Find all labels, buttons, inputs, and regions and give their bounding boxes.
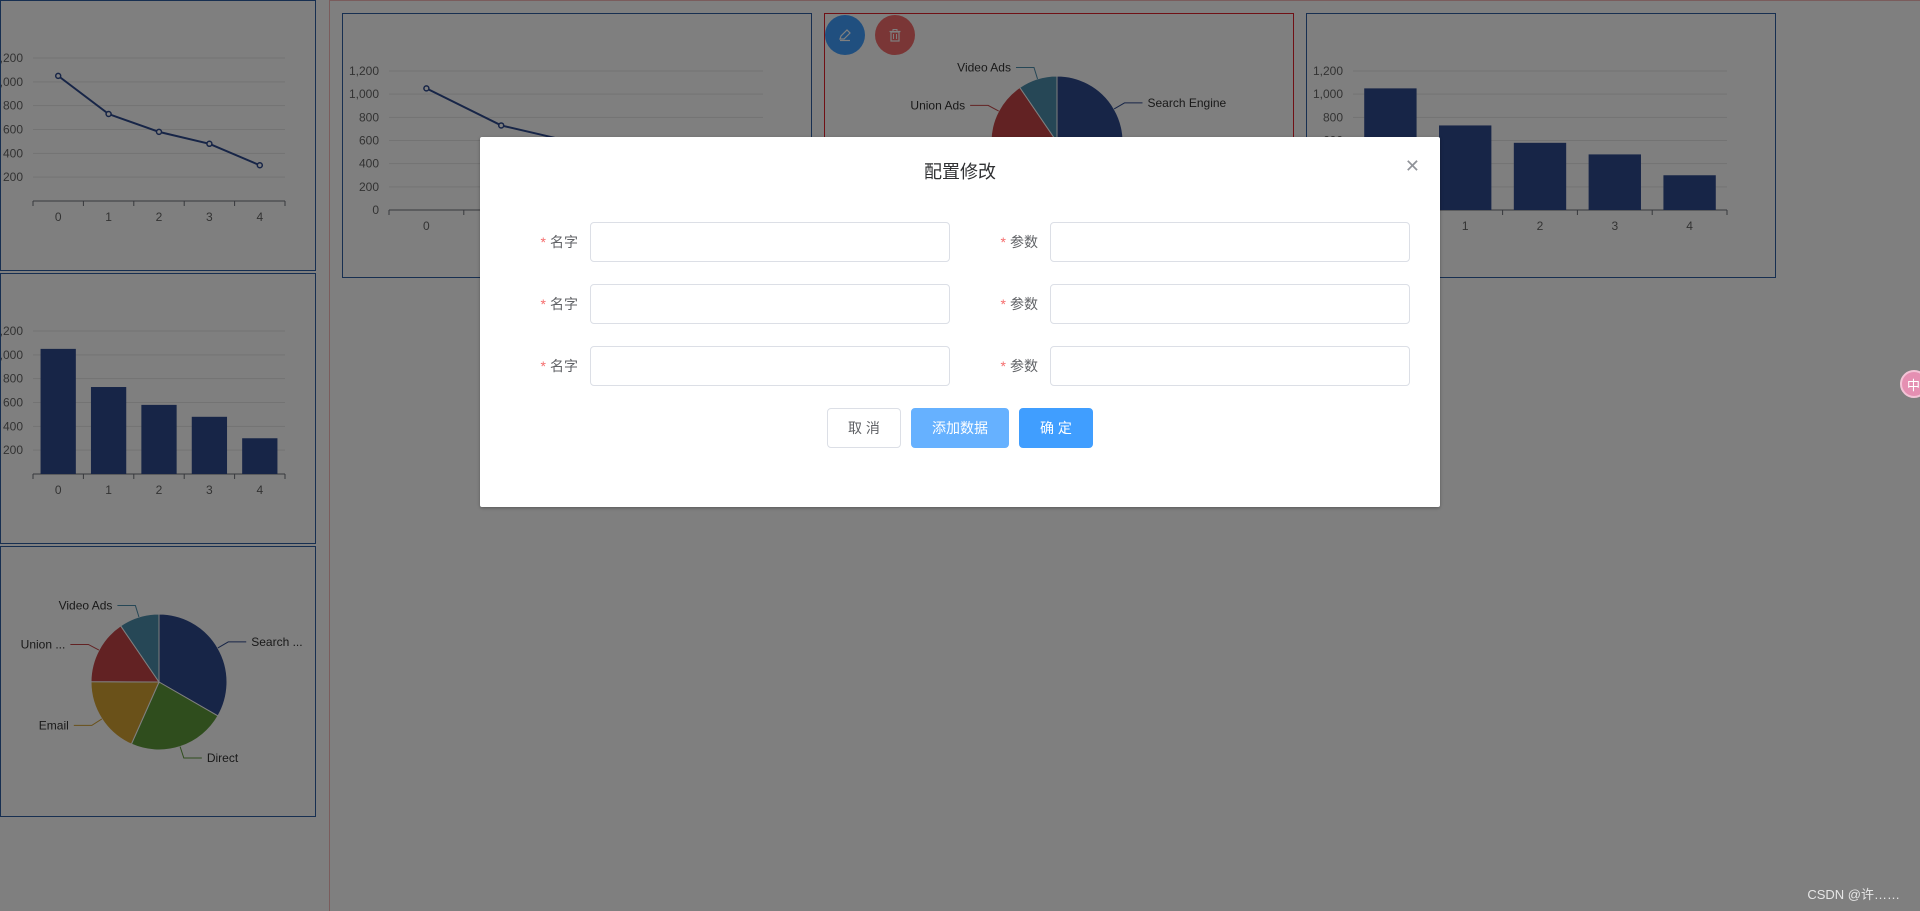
name-input-2[interactable] xyxy=(590,284,950,324)
param-label: * 参数 xyxy=(1000,296,1038,312)
name-label: * 名字 xyxy=(540,358,578,374)
name-label: * 名字 xyxy=(540,296,578,312)
name-input-3[interactable] xyxy=(590,346,950,386)
param-field-row-1: * 参数 xyxy=(940,222,1410,262)
param-input-3[interactable] xyxy=(1050,346,1410,386)
confirm-button[interactable]: 确 定 xyxy=(1019,408,1093,448)
name-field-row-2: * 名字 xyxy=(480,284,950,324)
name-label: * 名字 xyxy=(540,234,578,250)
add-data-button[interactable]: 添加数据 xyxy=(911,408,1009,448)
cancel-button[interactable]: 取 消 xyxy=(827,408,901,448)
param-label: * 参数 xyxy=(1000,234,1038,250)
config-dialog: 配置修改 ✕ * 名字 * 参数 * 名字 * 参数 * 名字 * 参数 取 消 添加数据 … xyxy=(480,137,1440,507)
param-label: * 参数 xyxy=(1000,358,1038,374)
param-input-2[interactable] xyxy=(1050,284,1410,324)
name-input-1[interactable] xyxy=(590,222,950,262)
param-field-row-3: * 参数 xyxy=(940,346,1410,386)
dialog-title: 配置修改 xyxy=(924,162,996,182)
param-field-row-2: * 参数 xyxy=(940,284,1410,324)
close-icon[interactable]: ✕ xyxy=(1405,156,1420,177)
language-badge[interactable]: 中 xyxy=(1900,370,1920,398)
param-input-1[interactable] xyxy=(1050,222,1410,262)
name-field-row-1: * 名字 xyxy=(480,222,950,262)
name-field-row-3: * 名字 xyxy=(480,346,950,386)
watermark: CSDN @许…… xyxy=(1807,887,1900,902)
